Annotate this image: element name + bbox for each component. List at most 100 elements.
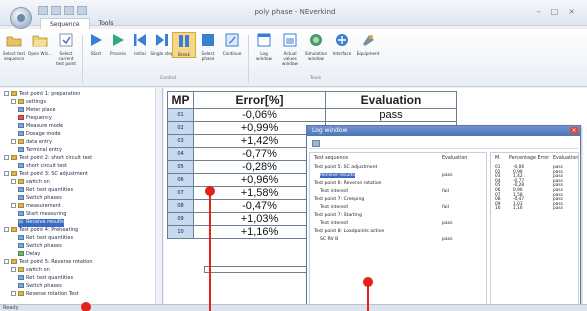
tree-item[interactable]: Ref. test quantities — [18, 235, 73, 243]
log-header-m: M. — [495, 156, 501, 161]
equipment-button[interactable]: Equipment — [356, 32, 380, 56]
log-item-label: Test point 8: Loadpoints active — [314, 229, 385, 234]
cell-mp: 03 — [167, 134, 194, 148]
log-list-item[interactable]: Test point 6: Reverse rotation — [314, 181, 382, 186]
tree-item[interactable]: Measure mode — [18, 123, 63, 131]
folder-icon — [18, 203, 24, 208]
ribbon-tabs: Sequence Tools — [40, 18, 122, 29]
maximize-button[interactable]: □ — [551, 7, 559, 16]
tree-item-label: settings — [26, 99, 46, 105]
expand-toggle-icon[interactable] — [11, 203, 16, 208]
print-icon[interactable] — [64, 6, 74, 15]
log-list-item[interactable]: SC RV B pass — [320, 237, 453, 242]
log-list-item[interactable]: Test interest fail — [320, 189, 449, 194]
tree-item[interactable]: Switch phases — [18, 243, 62, 251]
tree-item[interactable]: Delay — [18, 251, 40, 259]
cell-mp: 08 — [167, 199, 194, 213]
app-menu-button[interactable] — [10, 7, 32, 29]
tree-item[interactable]: Switch phases — [18, 283, 62, 291]
expand-toggle-icon[interactable] — [11, 267, 16, 272]
tree-item[interactable]: Ref. test quantities — [18, 275, 73, 283]
tree-item[interactable]: Reverse rotation Test — [11, 291, 79, 299]
tree-item-label: Test point 4: Preheating — [19, 227, 79, 233]
folder-icon — [18, 179, 24, 184]
log-list-item[interactable]: Test interest pass — [320, 221, 453, 226]
tree-item[interactable]: Frequency — [18, 115, 52, 123]
simulation-window-button[interactable]: Simulation window — [304, 32, 328, 61]
log-window-button[interactable]: Log window — [252, 32, 276, 61]
save-icon[interactable] — [51, 6, 61, 15]
tree-item-label: Test point 2: short circuit test — [19, 155, 93, 161]
log-list-item[interactable]: Test point 7: Starting — [314, 213, 362, 218]
pause-icon — [179, 35, 189, 47]
tree-item[interactable]: settings — [11, 99, 46, 107]
tree-item[interactable]: measurement — [11, 203, 61, 211]
expand-toggle-icon[interactable] — [4, 259, 9, 264]
tree-item[interactable]: Dosage mode — [18, 131, 61, 139]
tree-item[interactable]: switch on — [11, 179, 50, 187]
break-button[interactable]: Break — [172, 32, 196, 58]
tree-item[interactable]: Test point 5: Reverse rotation — [4, 259, 93, 267]
tree-item[interactable]: Switch phases — [18, 195, 62, 203]
log-list-item[interactable]: Test point 8: Loadpoints active — [314, 229, 384, 234]
tree-item[interactable]: Ref. test quantities — [18, 187, 73, 195]
expand-toggle-icon[interactable] — [4, 227, 9, 232]
log-list-item[interactable]: Receive results pass — [320, 173, 453, 178]
actual-values-window-button[interactable]: Actual values window — [278, 32, 302, 66]
minimize-button[interactable]: – — [537, 7, 541, 16]
tree-item[interactable]: Test point 1: preparation — [4, 91, 80, 99]
process-button[interactable]: Process — [106, 32, 130, 56]
start-button[interactable]: Start — [84, 32, 108, 56]
tree-item-label: Switch phases — [26, 195, 62, 201]
interface-button[interactable]: Interface — [330, 32, 354, 56]
log-item-evaluation: pass — [442, 173, 453, 178]
undo-icon[interactable] — [77, 6, 87, 15]
expand-toggle-icon[interactable] — [11, 291, 16, 296]
tab-tools[interactable]: Tools — [90, 18, 123, 29]
close-icon[interactable]: × — [570, 127, 578, 134]
log-detail-m: 10 — [495, 206, 501, 212]
expand-toggle-icon[interactable] — [4, 155, 9, 160]
log-list-item[interactable]: Test interest fail — [320, 205, 449, 210]
tree-item-label: short circuit test — [26, 163, 67, 169]
log-window[interactable]: Log window × Test sequence Evaluation Te… — [306, 125, 581, 308]
select-test-point-button[interactable]: Select current test point — [54, 32, 78, 66]
log-window-titlebar[interactable]: Log window × — [307, 126, 580, 136]
close-button[interactable]: × — [568, 7, 575, 16]
tree-item[interactable]: Start measuring — [18, 211, 66, 219]
tree-item[interactable]: Meter place — [18, 107, 56, 115]
step-icon — [156, 34, 168, 46]
expand-toggle-icon[interactable] — [4, 91, 9, 96]
tree-item[interactable]: data entry — [11, 139, 52, 147]
continue-button[interactable]: Continue — [220, 32, 244, 56]
expand-toggle-icon[interactable] — [11, 99, 16, 104]
select-test-sequence-button[interactable]: Select test sequence — [2, 32, 26, 61]
tab-sequence[interactable]: Sequence — [40, 18, 90, 29]
continue-icon — [225, 33, 239, 47]
tree-scrollbar[interactable] — [155, 88, 162, 304]
tree-item[interactable]: Test point 4: Preheating — [4, 227, 78, 235]
table-row[interactable]: 01 -0,06% pass — [167, 108, 457, 122]
expand-toggle-icon[interactable] — [11, 139, 16, 144]
grid-icon[interactable] — [312, 140, 320, 147]
tree-item[interactable]: Test point 3: SC adjustment — [4, 171, 88, 179]
log-list-item[interactable]: Test point 7: Creeping — [314, 197, 364, 202]
tree-item-label: Delay — [26, 251, 41, 257]
play-icon — [91, 34, 102, 46]
tree-item[interactable]: Receive results — [18, 219, 64, 227]
pointer-line — [367, 285, 369, 311]
header-evaluation: Evaluation — [325, 91, 457, 109]
single-step-button[interactable]: Single step — [150, 32, 174, 56]
tree-item[interactable]: switch on — [11, 267, 50, 275]
tree-item[interactable]: Test point 2: short circuit test — [4, 155, 92, 163]
initial-button[interactable]: Initial — [128, 32, 152, 56]
expand-toggle-icon[interactable] — [4, 171, 9, 176]
step-icon — [18, 163, 24, 168]
select-phase-button[interactable]: Select phase — [196, 32, 220, 61]
tree-item[interactable]: short circuit test — [18, 163, 67, 171]
log-list-item[interactable]: Test point 5: SC adjustment — [314, 165, 377, 170]
tree-item[interactable]: Terminal entry — [18, 147, 62, 155]
new-icon[interactable] — [38, 6, 48, 15]
expand-toggle-icon[interactable] — [11, 179, 16, 184]
open-wizard-button[interactable]: Open Wiz... — [28, 32, 52, 56]
